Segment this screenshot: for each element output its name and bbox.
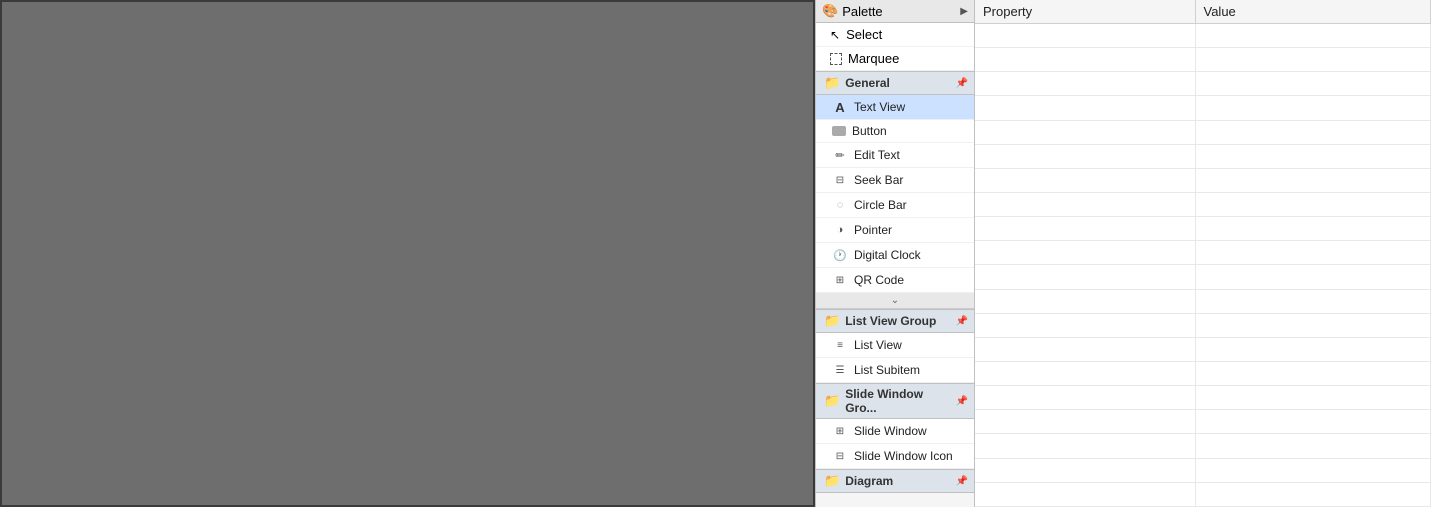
- palette-panel: 🎨 Palette ▶ ↖ Select Marquee 📁 General 📌…: [815, 0, 975, 507]
- pointer-label: Pointer: [854, 223, 892, 237]
- item-seek-bar[interactable]: ⊟ Seek Bar: [816, 168, 974, 193]
- table-row: [975, 241, 1431, 265]
- pin-icon-list-view: 📌: [956, 316, 968, 327]
- scroll-indicator[interactable]: ⌄: [816, 293, 974, 309]
- folder-icon-diagram: 📁: [824, 473, 840, 489]
- group-general-label: General: [845, 76, 890, 90]
- item-text-view[interactable]: A Text View: [816, 95, 974, 120]
- folder-icon-general: 📁: [824, 75, 840, 91]
- group-diagram[interactable]: 📁 Diagram 📌: [816, 469, 974, 493]
- select-label: Select: [846, 27, 882, 42]
- pin-icon-slide-window: 📌: [956, 396, 968, 407]
- table-row: [975, 289, 1431, 313]
- pin-icon-general: 📌: [956, 78, 968, 89]
- group-diagram-label: Diagram: [845, 474, 893, 488]
- slide-window-icon: ⊞: [832, 423, 848, 439]
- item-circle-bar[interactable]: ◌ Circle Bar: [816, 193, 974, 218]
- text-view-label: Text View: [854, 100, 905, 114]
- properties-table: Property Value: [975, 0, 1431, 507]
- folder-icon-list-view: 📁: [824, 313, 840, 329]
- slide-window-icon-label: Slide Window Icon: [854, 449, 953, 463]
- palette-header[interactable]: 🎨 Palette ▶: [816, 0, 974, 23]
- slide-window-label: Slide Window: [854, 424, 927, 438]
- table-row: [975, 482, 1431, 506]
- table-row: [975, 265, 1431, 289]
- value-column-header: Value: [1195, 0, 1431, 24]
- folder-icon-slide-window: 📁: [824, 393, 840, 409]
- button-label: Button: [852, 124, 887, 138]
- marquee-label: Marquee: [848, 51, 899, 66]
- group-list-view[interactable]: 📁 List View Group 📌: [816, 309, 974, 333]
- circle-bar-label: Circle Bar: [854, 198, 907, 212]
- table-row: [975, 192, 1431, 216]
- slide-window-icon-icon: ⊟: [832, 448, 848, 464]
- list-subitem-icon: ☰: [832, 362, 848, 378]
- text-view-icon: A: [832, 99, 848, 115]
- palette-icon: 🎨: [822, 3, 838, 19]
- item-list-view[interactable]: ≡ List View: [816, 333, 974, 358]
- item-slide-window-icon[interactable]: ⊟ Slide Window Icon: [816, 444, 974, 469]
- group-slide-window-label: Slide Window Gro...: [845, 387, 955, 415]
- table-row: [975, 72, 1431, 96]
- list-view-icon: ≡: [832, 337, 848, 353]
- palette-expand-icon: ▶: [960, 6, 968, 17]
- item-list-subitem[interactable]: ☰ List Subitem: [816, 358, 974, 383]
- edit-text-label: Edit Text: [854, 148, 900, 162]
- collapse-arrow-icon: ⌄: [891, 295, 899, 306]
- digital-clock-icon: 🕐: [832, 247, 848, 263]
- table-row: [975, 96, 1431, 120]
- marquee-icon: [830, 53, 842, 65]
- item-slide-window[interactable]: ⊞ Slide Window: [816, 419, 974, 444]
- table-row: [975, 313, 1431, 337]
- pointer-icon: ◑: [832, 222, 848, 238]
- table-row: [975, 48, 1431, 72]
- table-row: [975, 120, 1431, 144]
- item-qr-code[interactable]: ⊞ QR Code: [816, 268, 974, 293]
- seek-bar-label: Seek Bar: [854, 173, 903, 187]
- item-button[interactable]: Button: [816, 120, 974, 143]
- table-row: [975, 168, 1431, 192]
- group-general[interactable]: 📁 General 📌: [816, 71, 974, 95]
- item-edit-text[interactable]: ✏ Edit Text: [816, 143, 974, 168]
- select-icon: ↖: [830, 28, 840, 42]
- table-row: [975, 337, 1431, 361]
- list-view-label: List View: [854, 338, 902, 352]
- seek-bar-icon: ⊟: [832, 172, 848, 188]
- palette-header-label: Palette: [842, 4, 882, 19]
- digital-clock-label: Digital Clock: [854, 248, 921, 262]
- group-list-view-label: List View Group: [845, 314, 936, 328]
- tool-marquee[interactable]: Marquee: [816, 47, 974, 71]
- table-row: [975, 361, 1431, 385]
- table-row: [975, 434, 1431, 458]
- group-slide-window[interactable]: 📁 Slide Window Gro... 📌: [816, 383, 974, 419]
- properties-panel: Property Value: [975, 0, 1431, 507]
- table-row: [975, 386, 1431, 410]
- qr-code-icon: ⊞: [832, 272, 848, 288]
- button-icon: [832, 126, 846, 136]
- pin-icon-diagram: 📌: [956, 476, 968, 487]
- property-column-header: Property: [975, 0, 1195, 24]
- table-row: [975, 458, 1431, 482]
- canvas-area: [0, 0, 815, 507]
- circle-bar-icon: ◌: [832, 197, 848, 213]
- edit-text-icon: ✏: [832, 147, 848, 163]
- item-digital-clock[interactable]: 🕐 Digital Clock: [816, 243, 974, 268]
- table-row: [975, 144, 1431, 168]
- qr-code-label: QR Code: [854, 273, 904, 287]
- tool-select[interactable]: ↖ Select: [816, 23, 974, 47]
- table-row: [975, 410, 1431, 434]
- table-row: [975, 24, 1431, 48]
- item-pointer[interactable]: ◑ Pointer: [816, 218, 974, 243]
- table-row: [975, 217, 1431, 241]
- list-subitem-label: List Subitem: [854, 363, 920, 377]
